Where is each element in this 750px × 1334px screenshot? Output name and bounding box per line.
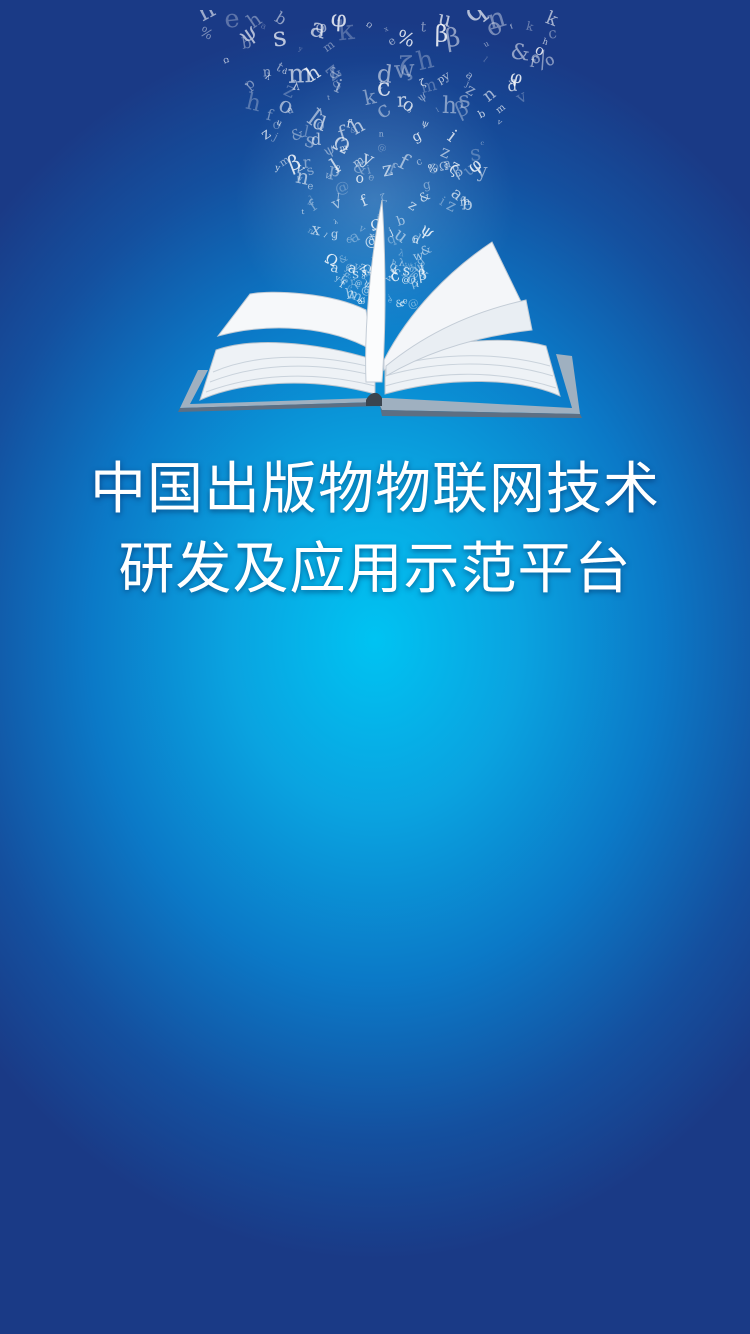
flying-letter: n — [379, 129, 384, 138]
flying-letter: e — [307, 181, 314, 193]
flying-letter: f — [358, 191, 371, 210]
flying-letter: w — [393, 54, 416, 84]
flying-letter: c — [547, 24, 558, 43]
flying-letter: % — [197, 25, 215, 44]
flying-letter: y — [297, 44, 304, 53]
open-book-illustration: rβf@timihwφeψm@%βybfmao&ψvoxyφnzfaxntrtb… — [178, 10, 582, 418]
flying-letter: c — [480, 140, 485, 148]
flying-letter: m — [287, 59, 313, 90]
flying-letter: v — [495, 117, 504, 128]
flying-letter: @ — [375, 142, 388, 155]
flying-letter: Ω — [222, 56, 230, 66]
flying-letter: b — [476, 107, 488, 121]
flying-letter: l — [435, 107, 440, 114]
splash-screen: rβf@timihwφeψm@%βybfmao&ψvoxyφnzfaxntrtb… — [0, 0, 750, 1334]
flying-letter: n — [262, 65, 272, 81]
flying-letter: l — [322, 232, 329, 240]
book-left-pages — [199, 342, 376, 401]
flying-letter: & — [509, 39, 532, 66]
flying-letter: l — [482, 55, 490, 64]
flying-letter: x — [383, 25, 390, 34]
flying-letter: n — [479, 84, 500, 107]
flying-letter: k — [336, 15, 356, 48]
flying-letter: λ — [333, 218, 339, 226]
flying-letter: h — [191, 10, 220, 27]
app-title-line-1: 中国出版物物联网技术 — [90, 457, 660, 522]
flying-letter: u — [482, 39, 491, 49]
flying-letter: ψ — [420, 118, 430, 131]
book-spine — [366, 392, 382, 406]
flying-letter: ζ — [379, 192, 388, 204]
flying-letter: d — [375, 59, 394, 89]
flying-letter: Ω — [365, 20, 374, 30]
flying-letter: v — [512, 86, 531, 108]
flying-letter: f — [509, 23, 515, 31]
flying-letter: y — [273, 163, 280, 174]
flying-letter: k — [525, 19, 535, 34]
flying-letter: t — [420, 19, 427, 35]
flying-letter: c — [415, 156, 425, 168]
flying-letter: z — [257, 124, 274, 143]
flying-letter: h — [414, 44, 437, 77]
flying-letter: g — [410, 128, 425, 145]
flying-letter: g — [331, 227, 339, 241]
flying-letter: r — [302, 152, 311, 172]
flying-letter: t — [327, 94, 331, 102]
flying-letter: m — [494, 102, 508, 116]
flying-letter: t — [301, 208, 305, 216]
flying-letter: h — [243, 89, 263, 118]
flying-letter: z — [405, 197, 420, 214]
app-title-line-2: 研发及应用示范平台 — [118, 537, 632, 602]
flying-letter: β — [435, 21, 449, 48]
flying-letter: % — [528, 45, 559, 78]
